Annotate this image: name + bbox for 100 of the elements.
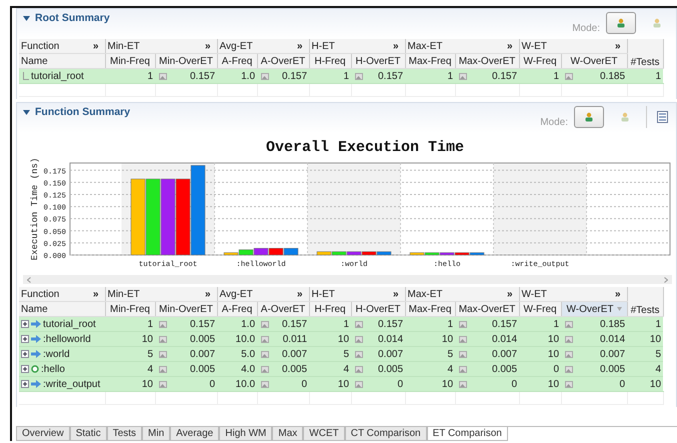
table-cell: 1 (105, 316, 155, 332)
tab[interactable]: Tests (106, 427, 142, 441)
table-cell: 10 (105, 376, 155, 392)
column-header[interactable]: A-OverET (257, 302, 310, 316)
table-cell: 10 (627, 332, 664, 346)
table-cell: 0.005 (351, 362, 406, 376)
tab[interactable]: ET Comparison (426, 427, 508, 441)
image-icon (355, 380, 364, 388)
table-cell: 0.157 (455, 316, 520, 332)
row-name[interactable]: :world (19, 346, 105, 362)
column-header[interactable]: W-OverET (561, 302, 628, 316)
tab[interactable]: Static (70, 427, 107, 441)
column-header[interactable]: Max-Freq (405, 54, 456, 68)
table-cell: 4 (309, 362, 352, 376)
table-cell: 5.0 (217, 346, 258, 362)
scroll-right-icon[interactable] (664, 276, 668, 282)
person-icon (616, 18, 626, 28)
column-header[interactable]: H-OverET (351, 54, 406, 68)
table-cell: 0 (351, 376, 406, 392)
tab[interactable]: Max (272, 427, 304, 441)
column-header[interactable]: Min-Freq (105, 54, 155, 68)
table-cell: 10 (105, 332, 155, 346)
horizontal-scrollbar[interactable] (23, 275, 672, 284)
person-icon (652, 18, 662, 28)
table-cell: 0.014 (351, 332, 406, 346)
column-header[interactable]: W-OverET (561, 54, 628, 68)
scroll-left-icon[interactable] (27, 276, 31, 282)
column-header[interactable]: Max-OverET (455, 302, 520, 316)
column-group-header[interactable]: H-ET » (309, 287, 406, 302)
table-cell: 4.0 (217, 362, 258, 376)
column-group-header[interactable]: Min-ET » (105, 39, 218, 54)
expand-icon[interactable] (21, 380, 29, 388)
section-title[interactable]: Root Summary (23, 12, 110, 24)
column-header[interactable]: A-OverET (257, 54, 310, 68)
column-header[interactable]: Max-OverET (455, 54, 520, 68)
table-cell: 10 (309, 332, 352, 346)
image-icon (261, 320, 270, 328)
image-icon (459, 366, 468, 372)
column-group-header[interactable]: Max-ET » (405, 39, 520, 54)
column-header[interactable]: W-Freq (519, 54, 562, 68)
collapse-icon (23, 110, 30, 114)
tab[interactable]: WCET (303, 427, 345, 441)
column-group-header[interactable]: Avg-ET » (217, 39, 310, 54)
expand-icon[interactable] (21, 365, 29, 373)
column-header[interactable]: Min-OverET (155, 302, 218, 316)
mode-button[interactable] (574, 106, 604, 128)
image-icon (159, 366, 167, 372)
column-group-header[interactable]: H-ET » (309, 39, 406, 54)
expand-icon[interactable] (21, 320, 29, 328)
column-header[interactable]: A-Freq (217, 302, 258, 316)
tab[interactable]: CT Comparison (344, 427, 427, 441)
column-group-header[interactable]: Function » (19, 39, 105, 54)
image-icon (565, 366, 574, 372)
column-header[interactable]: #Tests (627, 287, 664, 316)
image-icon (355, 336, 364, 342)
image-icon (159, 380, 167, 388)
row-name[interactable]: :hello (19, 362, 105, 376)
column-group-header[interactable]: W-ET » (519, 287, 628, 302)
image-icon (565, 380, 574, 388)
column-header[interactable]: Name (19, 54, 105, 68)
row-name[interactable]: :write_output (19, 376, 105, 392)
column-header[interactable]: A-Freq (217, 54, 258, 68)
table-cell: 0.007 (155, 346, 218, 362)
column-header[interactable]: Min-Freq (105, 302, 155, 316)
column-header[interactable]: Max-Freq (405, 302, 456, 316)
expand-icon[interactable] (21, 350, 29, 358)
table-cell: 0 (561, 376, 628, 392)
row-name[interactable]: tutorial_root (19, 316, 105, 332)
row-name[interactable]: :helloworld (19, 332, 105, 346)
column-header[interactable]: Name (19, 302, 105, 316)
column-group-header[interactable]: Min-ET » (105, 287, 218, 302)
tab[interactable]: Min (142, 427, 170, 441)
image-icon (261, 350, 270, 358)
table-cell: 1 (309, 316, 352, 332)
tab[interactable]: Overview (16, 427, 70, 441)
column-group-header[interactable]: Function » (19, 287, 105, 302)
column-header[interactable]: H-Freq (309, 302, 352, 316)
section-title[interactable]: Function Summary (23, 106, 130, 118)
row-name[interactable]: tutorial_root (19, 68, 105, 84)
table-cell: 0 (257, 376, 310, 392)
column-header[interactable]: #Tests (627, 39, 664, 68)
column-header[interactable]: W-Freq (519, 302, 562, 316)
table-cell: 0.005 (455, 362, 520, 376)
table-cell: 1 (405, 68, 456, 84)
table-cell: 10 (405, 376, 456, 392)
table-cell: 10 (405, 332, 456, 346)
column-group-header[interactable]: Avg-ET » (217, 287, 310, 302)
table-cell: 1.0 (217, 68, 258, 84)
list-icon[interactable] (657, 111, 668, 123)
image-icon (355, 350, 364, 358)
column-header[interactable]: H-Freq (309, 54, 352, 68)
column-header[interactable]: Min-OverET (155, 54, 218, 68)
tab[interactable]: High WM (219, 427, 272, 441)
column-header[interactable]: H-OverET (351, 302, 406, 316)
expand-icon[interactable] (21, 335, 29, 343)
column-group-header[interactable]: W-ET » (519, 39, 628, 54)
image-icon (159, 320, 167, 328)
tab[interactable]: Average (170, 427, 220, 441)
column-group-header[interactable]: Max-ET » (405, 287, 520, 302)
mode-button[interactable] (606, 12, 636, 34)
